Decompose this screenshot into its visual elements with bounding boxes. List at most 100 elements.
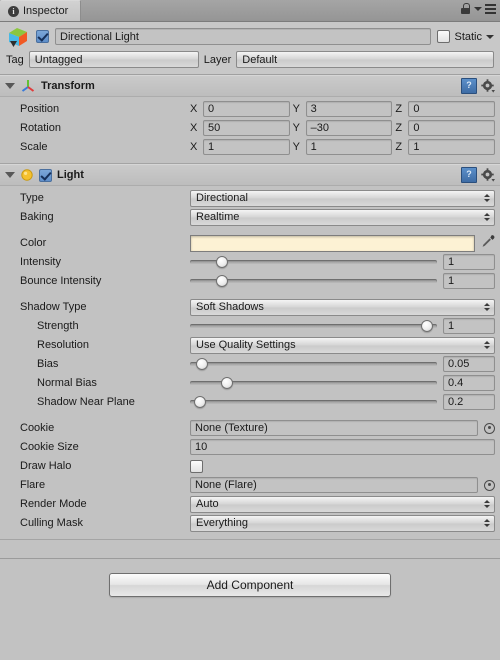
inspector-window: i Inspector Directional Light Static Tag…: [0, 0, 500, 660]
slider-knob[interactable]: [421, 320, 434, 332]
tag-label: Tag: [6, 53, 24, 66]
hamburger-menu-icon[interactable]: [485, 4, 496, 14]
light-render-mode-dropdown[interactable]: Auto: [190, 495, 495, 513]
scale-x-input[interactable]: 1: [203, 139, 290, 155]
slider-knob[interactable]: [216, 256, 229, 268]
help-book-icon[interactable]: ?: [461, 167, 477, 183]
gameobject-cube-icon[interactable]: [6, 25, 30, 49]
transform-foldout-icon[interactable]: [5, 83, 15, 89]
light-bounce-intensity-input[interactable]: 1: [443, 273, 495, 289]
slider-knob[interactable]: [196, 358, 209, 370]
light-shadow-bias-input[interactable]: 0.05: [443, 356, 495, 372]
lock-icon[interactable]: [461, 3, 471, 15]
rotation-z-input[interactable]: 0: [408, 120, 496, 136]
light-baking-row: Baking Realtime: [5, 208, 495, 226]
light-shadow-resolution-label: Resolution: [37, 339, 89, 351]
light-shadow-resolution-row: Resolution Use Quality Settings: [5, 336, 495, 354]
scale-y-input[interactable]: 1: [305, 139, 393, 155]
light-header-controls: ?: [461, 167, 495, 183]
light-type-dropdown[interactable]: Directional: [190, 189, 495, 207]
light-shadow-normal-bias-input[interactable]: 0.4: [443, 375, 495, 391]
tab-inspector[interactable]: i Inspector: [0, 0, 82, 21]
light-color-row: Color: [5, 234, 495, 252]
position-x-input[interactable]: 0: [203, 101, 290, 117]
light-shadow-near-plane-slider[interactable]: [190, 394, 437, 410]
layer-label: Layer: [203, 53, 232, 66]
transform-scale-row: Scale X 1 Y 1 Z 1: [5, 138, 496, 156]
transform-position-row: Position X 0 Y 3 Z 0: [5, 100, 496, 118]
light-shadow-normal-bias-slider[interactable]: [190, 375, 437, 391]
light-rows: Type Directional Baking Realtime Color I…: [0, 186, 500, 539]
light-shadow-bias-label: Bias: [37, 358, 59, 370]
light-shadow-strength-input[interactable]: 1: [443, 318, 495, 334]
gameobject-header: Directional Light Static Tag Untagged La…: [0, 22, 500, 75]
light-type-label: Type: [20, 192, 44, 204]
light-baking-dropdown[interactable]: Realtime: [190, 208, 495, 226]
light-bounce-intensity-slider[interactable]: [190, 273, 437, 289]
light-shadow-bias-slider[interactable]: [190, 356, 437, 372]
transform-header[interactable]: Transform ?: [0, 75, 500, 97]
light-foldout-icon[interactable]: [5, 172, 15, 178]
light-shadow-resolution-dropdown[interactable]: Use Quality Settings: [190, 336, 495, 354]
rotation-y-input[interactable]: –30: [305, 120, 393, 136]
light-cookie-size-input[interactable]: 10: [190, 439, 495, 455]
slider-knob[interactable]: [193, 396, 206, 408]
light-shadow-strength-slider[interactable]: [190, 318, 437, 334]
chevron-updown-icon: [484, 519, 490, 527]
slider-knob[interactable]: [221, 377, 234, 389]
help-book-icon[interactable]: ?: [461, 78, 477, 94]
light-render-mode-row: Render Mode Auto: [5, 495, 495, 513]
object-picker-icon[interactable]: [484, 422, 495, 434]
eyedropper-icon[interactable]: [480, 234, 495, 252]
slider-track: [190, 362, 437, 366]
layer-dropdown[interactable]: Default: [236, 51, 494, 68]
slider-track: [190, 324, 437, 328]
light-shadow-near-plane-input[interactable]: 0.2: [443, 394, 495, 410]
light-enabled-checkbox[interactable]: [39, 168, 52, 182]
light-cookie-row: Cookie None (Texture): [5, 419, 495, 437]
object-picker-icon[interactable]: [484, 479, 495, 491]
rotation-y-axis-label: Y: [292, 122, 301, 134]
static-control: Static: [437, 30, 494, 43]
tab-bar-controls: [461, 3, 496, 15]
static-checkbox[interactable]: [437, 30, 451, 43]
light-flare-object-field[interactable]: None (Flare): [190, 477, 478, 493]
static-dropdown-icon[interactable]: [486, 34, 494, 39]
add-component-button[interactable]: Add Component: [109, 573, 391, 597]
light-baking-label: Baking: [20, 211, 54, 223]
light-culling-mask-dropdown[interactable]: Everything: [190, 514, 495, 532]
gear-icon[interactable]: [481, 168, 495, 182]
light-bulb-icon: [20, 168, 34, 182]
light-intensity-slider[interactable]: [190, 254, 437, 270]
gameobject-enabled-checkbox[interactable]: [36, 30, 49, 43]
light-shadow-strength-row: Strength 1: [5, 317, 495, 335]
light-shadow-type-label: Shadow Type: [20, 301, 87, 313]
light-shadow-normal-bias-label: Normal Bias: [37, 377, 97, 389]
transform-title: Transform: [41, 80, 95, 92]
scale-z-input[interactable]: 1: [408, 139, 496, 155]
gear-icon[interactable]: [481, 79, 495, 93]
position-y-axis-label: Y: [292, 103, 301, 115]
tab-inspector-label: Inspector: [23, 5, 69, 17]
position-z-axis-label: Z: [395, 103, 403, 115]
scale-x-axis-label: X: [190, 141, 198, 153]
info-icon: i: [8, 5, 19, 17]
tag-dropdown[interactable]: Untagged: [28, 51, 199, 68]
position-z-input[interactable]: 0: [408, 101, 496, 117]
light-intensity-input[interactable]: 1: [443, 254, 495, 270]
chevron-down-icon[interactable]: [474, 7, 482, 11]
rotation-x-axis-label: X: [190, 122, 198, 134]
light-cookie-object-field[interactable]: None (Texture): [190, 420, 478, 436]
position-y-input[interactable]: 3: [305, 101, 393, 117]
light-draw-halo-checkbox[interactable]: [190, 459, 203, 473]
light-shadow-type-dropdown[interactable]: Soft Shadows: [190, 298, 495, 316]
light-culling-mask-label: Culling Mask: [20, 517, 83, 529]
slider-knob[interactable]: [216, 275, 229, 287]
light-color-swatch[interactable]: [190, 234, 475, 252]
position-label: Position: [20, 103, 60, 115]
light-culling-mask-row: Culling Mask Everything: [5, 514, 495, 532]
gameobject-name-input[interactable]: Directional Light: [55, 28, 432, 45]
light-header[interactable]: Light ?: [0, 164, 500, 186]
light-shadow-normal-bias-row: Normal Bias 0.4: [5, 374, 495, 392]
rotation-x-input[interactable]: 50: [203, 120, 290, 136]
